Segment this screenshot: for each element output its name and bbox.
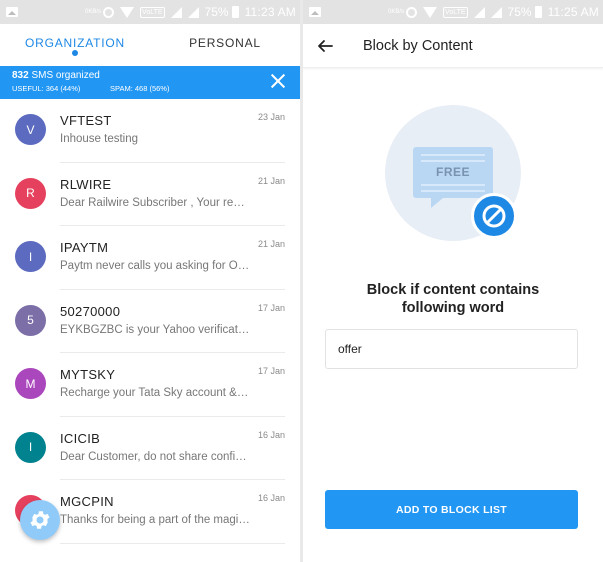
network-speed: 0KB/s [85, 9, 102, 15]
message-sender: IPAYTM [60, 240, 109, 255]
image-icon [309, 7, 321, 17]
message-sender: MYTSKY [60, 367, 116, 382]
message-row[interactable]: I IPAYTM 21 Jan Paytm never calls you askin… [0, 226, 300, 290]
row-divider [60, 542, 285, 544]
message-preview: Inhouse testing [60, 133, 139, 145]
message-date: 16 Jan [257, 429, 285, 440]
page-title: Block by Content [363, 37, 473, 54]
wifi-icon [120, 6, 135, 18]
inbox-screen: 0KB/s VoLTE 75% 11:23 AM ORGANIZATION PE… [0, 0, 300, 562]
illustration-label: FREE [435, 165, 470, 179]
message-preview: Recharge your Tata Sky account & get [60, 387, 250, 399]
add-to-block-list-button[interactable]: ADD TO BLOCK LIST [325, 490, 578, 529]
status-bar: 0KB/s VoLTE 75% 11:23 AM [0, 0, 300, 24]
spam-stat: SPAM: 468 (56%) [110, 84, 170, 93]
message-row[interactable]: M MYTSKY 17 Jan Recharge your Tata Sky acco… [0, 353, 300, 417]
avatar: M [15, 368, 46, 399]
message-date: 21 Jan [257, 175, 285, 186]
signal-icon [473, 6, 485, 18]
block-heading: Block if content contains following word [366, 282, 540, 316]
message-sender: VFTEST [60, 113, 112, 128]
tab-label: ORGANIZATION [24, 36, 126, 50]
signal-icon [187, 6, 199, 18]
message-date: 21 Jan [257, 239, 285, 249]
message-sender: ICICIB [60, 430, 101, 446]
back-button[interactable] [305, 24, 345, 68]
clock: 11:23 AM [244, 5, 296, 19]
message-sender: 50270000 [60, 303, 121, 319]
tab-label: PERSONAL [189, 36, 261, 50]
message-preview: Dear Customer, do not share confidential [60, 450, 250, 463]
status-bar: 0KB/s VoLTE 75% 11:25 AM [303, 0, 603, 24]
block-icon [471, 193, 517, 239]
close-icon[interactable] [270, 73, 286, 89]
gear-icon [30, 511, 50, 529]
useful-stat: USEFUL: 364 (44%) [12, 84, 81, 93]
battery-icon [231, 6, 239, 18]
message-date: 23 Jan [257, 112, 285, 122]
message-list: V VFTEST 23 Jan Inhouse testing R RLWIRE 21 Ja… [0, 99, 300, 544]
message-date: 17 Jan [257, 366, 285, 376]
clock: 11:25 AM [547, 5, 599, 19]
network-speed: 0KB/s [388, 9, 405, 15]
image-icon [6, 7, 18, 17]
tab-personal[interactable]: PERSONAL [150, 24, 300, 66]
message-row[interactable]: 5 50270000 17 Jan EYKBGZBC is your Yahoo ve… [0, 290, 300, 353]
message-row[interactable]: R RLWIRE 21 Jan Dear Railwire Subscriber , … [0, 163, 300, 226]
app-bar: Block by Content [303, 24, 603, 68]
organized-text: SMS organized [31, 70, 100, 81]
block-illustration: FREE [385, 105, 521, 241]
message-preview: Paytm never calls you asking for OTP [60, 260, 250, 272]
tab-organization[interactable]: ORGANIZATION [0, 24, 150, 66]
volte-icon: VoLTE [443, 6, 468, 18]
alarm-icon [103, 6, 115, 18]
avatar: I [15, 431, 46, 463]
block-word-input[interactable] [325, 329, 578, 369]
avatar: I [15, 241, 46, 272]
message-preview: Dear Railwire Subscriber , Your request [60, 196, 250, 209]
message-preview: EYKBGZBC is your Yahoo verification code [60, 323, 250, 336]
message-date: 16 Jan [257, 493, 285, 503]
battery-percent: 75% [507, 5, 532, 19]
battery-percent: 75% [204, 5, 229, 19]
tab-bar: ORGANIZATION PERSONAL [0, 24, 300, 66]
wifi-icon [423, 6, 438, 18]
message-preview: Thanks for being a part of the magicpin [60, 514, 250, 526]
avatar: R [15, 177, 46, 209]
message-row[interactable]: I ICICIB 16 Jan Dear Customer, do not share… [0, 417, 300, 480]
volte-icon: VoLTE [140, 6, 165, 18]
back-arrow-icon [318, 39, 333, 52]
message-date: 17 Jan [257, 302, 285, 313]
message-row[interactable]: V VFTEST 23 Jan Inhouse testing [0, 99, 300, 163]
signal-icon [490, 6, 502, 18]
active-tab-indicator [72, 50, 78, 56]
avatar: 5 [15, 304, 46, 336]
alarm-icon [406, 6, 418, 18]
message-bubble-icon: FREE [413, 147, 493, 208]
battery-icon [534, 6, 542, 18]
block-by-content-screen: 0KB/s VoLTE 75% 11:25 AM Block by Conten… [303, 0, 603, 562]
settings-button[interactable] [20, 500, 60, 540]
message-sender: MGCPIN [60, 494, 114, 509]
signal-icon [170, 6, 182, 18]
organized-banner: 832 SMS organized USEFUL: 364 (44%) SPAM… [0, 66, 300, 99]
message-sender: RLWIRE [60, 176, 112, 192]
organized-count: 832 [12, 70, 29, 81]
avatar: V [15, 114, 46, 145]
